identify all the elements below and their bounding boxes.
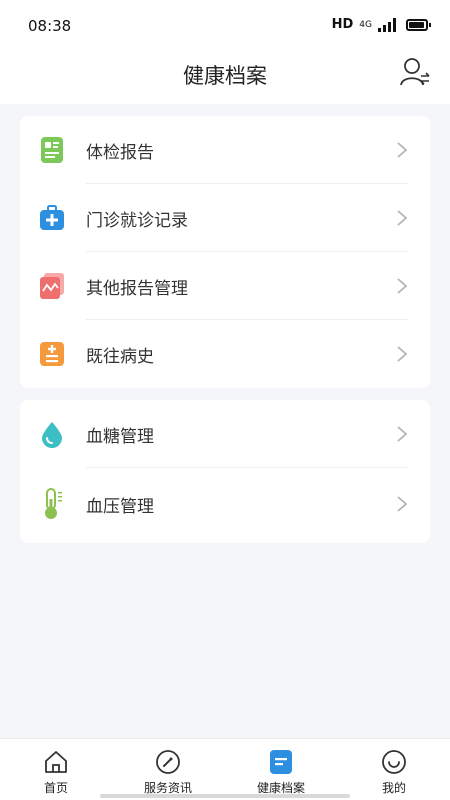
blood-drop-icon [42,422,62,448]
network-type: 4G [359,19,372,30]
row-other-reports[interactable]: 其他报告管理 [20,252,430,320]
row-physical-exam-report[interactable]: 体检报告 [20,116,430,184]
row-medical-history[interactable]: 既往病史 [20,320,430,388]
chevron-right-icon [397,346,408,362]
row-label: 血压管理 [86,496,154,517]
monitoring-card: 血糖管理 血压管理 [20,400,430,543]
row-label: 其他报告管理 [86,278,188,299]
page-title: 健康档案 [183,64,267,88]
divider [86,467,408,468]
row-outpatient-records[interactable]: 门诊就诊记录 [20,184,430,252]
battery-icon [406,18,431,31]
row-label: 血糖管理 [86,426,154,447]
health-record-icon [270,750,292,774]
chevron-right-icon [397,278,408,294]
bottom-tab-bar: 首页 服务资讯 健康档案 我的 [0,738,450,800]
signal-icon [378,17,396,32]
tab-home[interactable]: 首页 [0,739,112,800]
row-blood-pressure[interactable]: 血压管理 [20,470,430,538]
medical-kit-icon [40,205,64,230]
nav-bar: 健康档案 [0,50,450,104]
tab-label: 我的 [381,781,406,795]
tab-label: 首页 [43,781,68,795]
tab-health-records[interactable]: 健康档案 [225,739,337,800]
thermometer-icon [45,488,62,519]
row-label: 体检报告 [86,142,154,163]
medical-report-icon [41,137,63,163]
status-bar: 08:38 HD 4G [0,0,450,50]
compass-icon [156,750,180,774]
chevron-right-icon [397,210,408,226]
tab-me[interactable]: 我的 [338,739,450,800]
status-time: 08:38 [28,17,72,35]
hd-indicator: HD [331,17,354,32]
row-blood-sugar[interactable]: 血糖管理 [20,400,430,468]
row-label: 既往病史 [86,346,154,367]
home-indicator [100,794,350,798]
home-icon [45,751,67,773]
chevron-right-icon [397,496,408,512]
chevron-right-icon [397,142,408,158]
chevron-right-icon [397,426,408,442]
tab-service-news[interactable]: 服务资讯 [112,739,224,800]
chart-document-icon [40,273,64,299]
user-switch-icon[interactable] [398,55,432,89]
smile-profile-icon [382,750,406,774]
row-label: 门诊就诊记录 [86,210,188,231]
records-card: 体检报告 门诊就诊记录 其他报告管理 既往病史 [20,116,430,388]
history-list-icon [40,342,64,366]
status-indicators: HD 4G [331,17,431,32]
